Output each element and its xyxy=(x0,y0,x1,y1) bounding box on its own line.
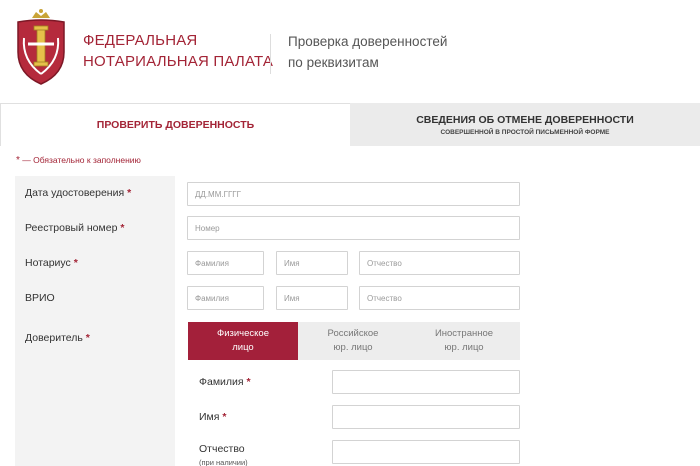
principal-surname-label-text: Фамилия xyxy=(199,376,244,388)
patronymic-hint: (при наличии) xyxy=(199,458,248,466)
principal-type-foreign-legal-entity[interactable]: Иностранное юр. лицо xyxy=(408,322,520,360)
date-label: Дата удостоверения * xyxy=(25,187,131,199)
principal-label: Доверитель * xyxy=(25,332,90,344)
vrio-label-text: ВРИО xyxy=(25,292,55,304)
principal-name-label: Имя * xyxy=(199,411,226,423)
notary-patronymic-input[interactable] xyxy=(359,251,520,275)
site-header: Федеральная нотариальная палата Проверка… xyxy=(0,0,700,100)
tab-revocation-info[interactable]: Сведения об отмене доверенности совершен… xyxy=(350,103,700,146)
vrio-patronymic-input[interactable] xyxy=(359,286,520,310)
principal-patronymic-input[interactable] xyxy=(332,440,520,464)
notary-surname-input[interactable] xyxy=(187,251,264,275)
required-star: * xyxy=(246,376,251,388)
vrio-surname-input[interactable] xyxy=(187,286,264,310)
vrio-label: ВРИО xyxy=(25,292,55,304)
principal-name-label-text: Имя xyxy=(199,411,220,423)
principal-patronymic-label-text: Отчество xyxy=(199,443,245,455)
date-input[interactable] xyxy=(187,182,520,206)
page-heading-line1: Проверка доверенностей xyxy=(288,34,448,49)
org-name: Федеральная нотариальная палата xyxy=(83,30,273,72)
tab-check-power-of-attorney[interactable]: Проверить доверенность xyxy=(0,103,350,146)
tab-bar: Проверить доверенность Сведения об отмен… xyxy=(0,103,700,146)
notary-label: Нотариус * xyxy=(25,257,78,269)
header-divider xyxy=(270,34,271,74)
date-label-text: Дата удостоверения xyxy=(25,187,125,199)
form-label-column xyxy=(15,176,175,466)
tab-label: Проверить доверенность xyxy=(96,119,255,131)
principal-type-russian-legal-entity[interactable]: Российское юр. лицо xyxy=(298,322,408,360)
vrio-name-input[interactable] xyxy=(276,286,348,310)
registry-label-text: Реестровый номер xyxy=(25,222,118,234)
principal-patronymic-label: Отчество xyxy=(199,443,245,455)
principal-label-text: Доверитель xyxy=(25,332,83,344)
page-heading: Проверка доверенностей по реквизитам xyxy=(288,31,447,73)
principal-name-input[interactable] xyxy=(332,405,520,429)
principal-surname-input[interactable] xyxy=(332,370,520,394)
required-star: * xyxy=(73,257,78,269)
registry-label: Реестровый номер * xyxy=(25,222,124,234)
principal-type-selector: Физическое лицо Российское юр. лицо Инос… xyxy=(188,322,520,360)
required-star: * xyxy=(85,332,90,344)
required-note: * — Обязательно к заполнению xyxy=(16,155,141,166)
required-star: * xyxy=(120,222,125,234)
tab-label: Сведения об отмене доверенности xyxy=(416,113,634,126)
registry-number-input[interactable] xyxy=(187,216,520,240)
org-name-line1: Федеральная xyxy=(83,32,198,49)
required-star: * xyxy=(222,411,227,423)
notary-emblem-icon[interactable] xyxy=(10,8,72,88)
required-note-text: — Обязательно к заполнению xyxy=(19,155,141,165)
org-name-line2: нотариальная палата xyxy=(83,53,274,70)
notary-label-text: Нотариус xyxy=(25,257,71,269)
page-heading-line2: по реквизитам xyxy=(288,55,379,70)
principal-surname-label: Фамилия * xyxy=(199,376,251,388)
principal-type-individual[interactable]: Физическое лицо xyxy=(188,322,298,360)
tab-sublabel: совершенной в простой письменной форме xyxy=(440,128,610,136)
required-star: * xyxy=(127,187,132,199)
notary-name-input[interactable] xyxy=(276,251,348,275)
